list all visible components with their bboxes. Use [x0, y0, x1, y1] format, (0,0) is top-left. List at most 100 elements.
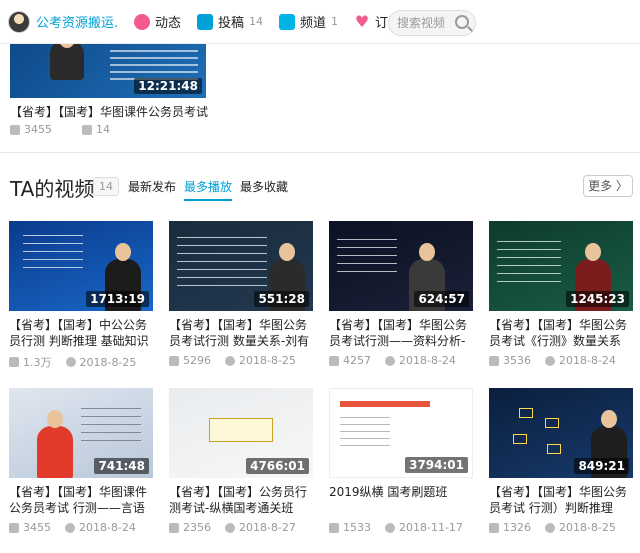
search-input[interactable]: 搜索视频 — [388, 10, 476, 36]
nav-pindao[interactable]: 频道 1 — [279, 12, 338, 31]
video-meta: 1326 2018-8-25 — [489, 521, 633, 534]
video-title[interactable]: 【省考】【国考】华图公务员考试行测——资料分析-左宏 — [329, 317, 473, 349]
video-title[interactable]: 【省考】【国考】华图公务员考试行测 数量关系-刘有珍[29 — [169, 317, 313, 349]
upload-date: 2018-8-25 — [239, 354, 296, 367]
video-title[interactable]: 2019纵横 国考刷题班 — [329, 484, 473, 516]
section-count: 14 — [93, 177, 119, 196]
diagram-node — [513, 434, 527, 444]
slide-box — [209, 418, 273, 442]
nav-label: 投稿 — [218, 16, 245, 31]
slide-board — [23, 235, 83, 275]
upload-date: 2018-8-24 — [79, 521, 136, 534]
video-duration: 741:48 — [94, 458, 149, 474]
danmaku-count: 14 — [96, 123, 110, 136]
video-thumbnail[interactable]: 1245:23 — [489, 221, 633, 311]
search-placeholder: 搜索视频 — [397, 16, 446, 30]
play-icon — [489, 522, 499, 533]
video-card[interactable]: 4766:01 【省考】【国考】公务员行测考试-纵横国考通关班 2356 201… — [169, 388, 313, 534]
video-meta: 1533 2018-11-17 — [329, 521, 473, 534]
slide-header — [340, 401, 430, 407]
video-title[interactable]: 【省考】【国考】华图公务员考试 行测）判断推理 — [489, 484, 633, 516]
channel-icon — [279, 13, 296, 30]
diagram-node — [519, 408, 533, 418]
nav-count: 1 — [331, 15, 339, 28]
video-card[interactable]: 551:28 【省考】【国考】华图公务员考试行测 数量关系-刘有珍[29 529… — [169, 221, 313, 367]
avatar[interactable] — [8, 10, 30, 33]
video-meta: 2356 2018-8-27 — [169, 521, 313, 534]
video-duration: 1245:23 — [566, 291, 629, 307]
video-duration: 3794:01 — [405, 457, 468, 473]
video-meta: 3536 2018-8-24 — [489, 354, 633, 367]
upload-date: 2018-8-27 — [239, 521, 296, 534]
video-thumbnail[interactable]: 551:28 — [169, 221, 313, 311]
video-thumbnail[interactable]: 3794:01 — [329, 388, 473, 478]
video-card[interactable]: 849:21 【省考】【国考】华图公务员考试 行测）判断推理 1326 2018… — [489, 388, 633, 534]
tab-latest[interactable]: 最新发布 — [128, 178, 176, 195]
channel-name[interactable]: 公考资源搬运... — [36, 12, 118, 31]
more-button[interactable]: 更多 〉 — [583, 175, 633, 197]
view-count: 3455 — [23, 521, 51, 534]
play-icon — [329, 522, 339, 533]
upload-date: 2018-8-25 — [559, 521, 616, 534]
flower-icon — [134, 13, 150, 30]
video-card[interactable]: 624:57 【省考】【国考】华图公务员考试行测——资料分析-左宏 4257 2… — [329, 221, 473, 367]
play-icon — [9, 522, 19, 533]
video-meta: 3455 2018-8-24 — [9, 521, 153, 534]
nav-dongtai[interactable]: 动态 — [134, 12, 181, 31]
play-icon — [9, 357, 19, 367]
upload-date: 2018-8-24 — [399, 354, 456, 367]
section-title: TA的视频 — [10, 177, 95, 201]
video-title[interactable]: 【省考】【国考】中公公务员行测 判断推理 基础知识详解 — [9, 317, 153, 349]
diagram-node — [545, 418, 559, 428]
video-card[interactable]: 3794:01 2019纵横 国考刷题班 1533 2018-11-17 — [329, 388, 473, 534]
video-thumbnail[interactable]: 1713:19 — [9, 221, 153, 311]
upload-date: 2018-8-24 — [559, 354, 616, 367]
video-thumbnail[interactable]: 849:21 — [489, 388, 633, 478]
video-thumbnail[interactable]: 741:48 — [9, 388, 153, 478]
slide-board — [340, 417, 390, 447]
video-thumbnail[interactable]: 4766:01 — [169, 388, 313, 478]
clock-icon — [545, 522, 555, 533]
play-icon — [10, 124, 20, 135]
video-title[interactable]: 【省考】【国考】华图公务员考试《行测》数量关系（龚华刚） — [489, 317, 633, 349]
search-icon[interactable] — [455, 15, 469, 29]
clock-icon — [225, 522, 235, 533]
nav-tougao[interactable]: 投稿 14 — [197, 12, 263, 31]
clock-icon — [65, 357, 76, 367]
danmaku-icon — [82, 124, 92, 135]
video-duration: 12:21:48 — [134, 78, 202, 94]
video-duration: 849:21 — [574, 458, 629, 474]
video-meta: 4257 2018-8-24 — [329, 354, 473, 367]
view-count: 2356 — [183, 521, 211, 534]
video-meta: 5296 2018-8-25 — [169, 354, 313, 367]
nav-count: 14 — [249, 15, 264, 28]
video-thumbnail[interactable]: 624:57 — [329, 221, 473, 311]
play-icon — [169, 522, 179, 533]
upload-icon — [197, 13, 214, 30]
featured-thumbnail[interactable]: 12:21:48 — [10, 44, 206, 98]
video-duration: 624:57 — [414, 291, 469, 307]
tab-most-played[interactable]: 最多播放 — [184, 178, 233, 201]
upload-date: 2018-11-17 — [399, 521, 463, 534]
view-count: 3536 — [503, 354, 531, 367]
slide-board — [337, 239, 397, 279]
slide-board — [81, 408, 141, 448]
video-card[interactable]: 741:48 【省考】【国考】华图课件公务员考试 行测——言语理解 3455 2… — [9, 388, 153, 534]
video-title[interactable]: 【省考】【国考】公务员行测考试-纵横国考通关班 — [169, 484, 313, 516]
video-duration: 1713:19 — [86, 291, 149, 307]
video-title[interactable]: 【省考】【国考】华图课件公务员考试 行测——言语理解 — [9, 484, 153, 516]
view-count: 5296 — [183, 354, 211, 367]
featured-title[interactable]: 【省考】【国考】华图课件公务员考试 行 — [10, 103, 210, 120]
tab-most-favorited[interactable]: 最多收藏 — [240, 178, 288, 195]
view-count: 1.3万 — [23, 356, 52, 369]
video-meta: 1.3万 2018-8-25 — [9, 354, 153, 370]
nav-label: 动态 — [155, 16, 182, 31]
clock-icon — [545, 355, 555, 366]
video-card[interactable]: 1245:23 【省考】【国考】华图公务员考试《行测》数量关系（龚华刚） 353… — [489, 221, 633, 367]
play-icon — [169, 355, 179, 366]
nav-label: 频道 — [300, 16, 327, 31]
clock-icon — [385, 522, 395, 533]
clock-icon — [225, 355, 235, 366]
video-card[interactable]: 1713:19 【省考】【国考】中公公务员行测 判断推理 基础知识详解 1.3万… — [9, 221, 153, 370]
diagram-node — [547, 444, 561, 454]
